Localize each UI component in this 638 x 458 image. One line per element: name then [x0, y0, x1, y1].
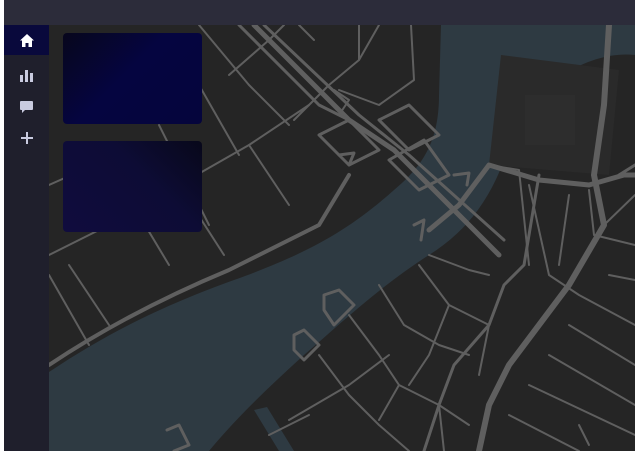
home-icon — [19, 33, 34, 47]
sidebar-item-comments[interactable] — [4, 92, 49, 122]
comment-icon — [20, 100, 33, 113]
top-bar — [4, 0, 635, 25]
sidebar — [4, 25, 49, 451]
sidebar-item-add[interactable] — [4, 123, 49, 153]
sidebar-item-charts[interactable] — [4, 61, 49, 91]
plus-icon — [20, 132, 33, 144]
sidebar-item-home[interactable] — [4, 25, 49, 55]
panel-top — [63, 33, 202, 124]
bar-chart-icon — [20, 70, 33, 82]
panel-bottom — [63, 141, 202, 232]
app-window — [4, 0, 635, 451]
